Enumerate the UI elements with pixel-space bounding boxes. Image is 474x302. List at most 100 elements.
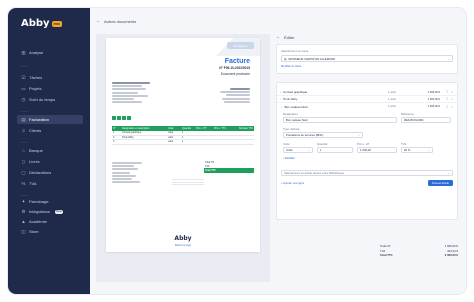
list-item-expanded[interactable]: ⌄ Bon cadeau Noël 1 unité 1 000,00 € ⠿ × [277,103,457,110]
col-header: Prix u. TTC [214,127,227,130]
section-divider: ‒‒‒‒ [21,109,29,113]
col-header: Désignation et description [122,127,150,130]
chart-icon: ▥ [21,49,26,55]
chevron-right-icon[interactable]: › [280,97,281,101]
arrow-left-icon: ← [96,18,101,24]
sidebar-item-facturation[interactable]: ▤ Facturation [17,115,83,124]
designation-input[interactable]: Bon cadeau Noël [283,117,397,123]
payment-icon [112,116,116,120]
book-icon: ▯ [22,158,25,164]
chevron-down-icon: ⌄ [427,148,430,152]
app-logo[interactable]: Abby PRO [21,18,63,29]
details-link[interactable]: › Détailler [277,153,457,160]
remove-logo-link[interactable]: Retirer le logo [106,244,260,247]
sidebar-item-store[interactable]: ◫ Store [17,227,83,236]
total-label: TVA [205,164,210,168]
sidebar-item-label: Tâches [29,75,43,80]
percent-icon: % [21,181,26,186]
client-select-value: MONSIEUR CHRISTIAN ALLEMAND [288,56,335,61]
unit-select[interactable]: Unité ⌄ [283,147,313,153]
logo-badge: PRO [51,20,63,27]
arrow-left-icon[interactable]: ← [276,34,281,40]
sidebar-item-label: Parrainage [29,199,49,204]
invoice-notes [112,162,158,184]
cell: Tonic Abby [122,135,134,139]
total-label: Total HT [205,160,214,164]
sidebar-item-academie[interactable]: ▲ Académie [17,217,83,226]
app-window: Abby PRO ▥ Analyse ‒‒‒‒ ☑ Tâches ▭ Proje… [8,8,466,294]
invoice-title: Facture [224,58,250,65]
chevron-down-icon[interactable]: ⌄ [280,105,283,109]
sidebar-item-declarations[interactable]: ▢ Déclarations [17,168,83,177]
sidebar-item-projets[interactable]: ▭ Projets [17,84,83,93]
designation-row: Désignation Bon cadeau Noël Référence RE… [277,110,457,123]
client-select[interactable]: ▣ MONSIEUR CHRISTIAN ALLEMAND ⌄ [281,55,453,62]
sidebar-item-clients[interactable]: ☺ Clients [17,126,83,135]
save-ribbon[interactable]: Enregistrer [227,42,254,49]
sidebar-item-analyse[interactable]: ▥ Analyse [17,48,83,57]
list-item[interactable]: › Tonic Abby 1 unité 1 000,00 € ⠿ × [277,96,457,103]
summary-label: TVA [380,248,386,253]
vat-select-value: 20 % [404,148,411,152]
invoice-preview: Enregistrer Facture N° F06-10-2022/0015 … [96,34,270,282]
line-item-name: Tonic Abby [283,97,298,101]
invoice-number: N° F06-10-2022/0015 [219,66,250,70]
drag-icon[interactable]: ⠿ × [440,105,454,109]
sidebar-item-banque[interactable]: ⌂ Banque [17,146,83,155]
cell: unité [168,135,174,139]
back-link[interactable]: ← Autres documents [96,18,136,24]
cell: unité [168,131,174,135]
invoice-totals: Total HT TVA Total TTC [204,160,254,173]
new-article-button[interactable]: Nouvel article [428,180,453,186]
beta-badge: Beta [54,209,64,214]
sidebar-item-label: Projets [29,86,42,91]
col-header: N° [113,127,116,130]
invoice-page: Enregistrer Facture N° F06-10-2022/0015 … [106,38,260,252]
quantity-input[interactable]: 1 [317,147,353,153]
line-item-name: Bon cadeau Noël [284,104,308,109]
drag-icon[interactable]: ⠿ × [440,90,454,94]
back-link-label: Autres documents [104,18,137,24]
folder-icon: ▭ [21,85,26,91]
form-title: Éditer [284,34,295,40]
line-item-amount: 1 000,00 € [427,105,440,108]
sidebar-item-livres[interactable]: ▯ Livres [17,157,83,166]
col-header: Prix u. HT [196,127,207,130]
edit-client-link[interactable]: Modifier le client [281,64,453,68]
sidebar-item-taches[interactable]: ☑ Tâches [17,73,83,82]
sidebar-item-label: Déclarations [29,170,52,175]
sidebar-item-integrations[interactable]: ⚙ Intégrations Beta [17,207,83,216]
drag-icon[interactable]: ⠿ × [440,97,454,101]
chevron-down-icon: ⌄ [307,148,310,152]
designation-label: Désignation [283,112,298,116]
cell: 1 [113,131,115,135]
bank-icon: ⌂ [22,148,25,153]
add-line-link[interactable]: + Ajouter une ligne [281,181,304,185]
building-icon: ▣ [284,56,287,61]
invoice-icon: ▤ [21,116,26,122]
cell: unité [168,140,174,144]
reference-input[interactable]: REF-BON-0001 [401,117,451,123]
sender-block [112,82,158,104]
totals-summary: Total HT 1 666,66 € TVA 333,34 € Total T… [380,244,458,258]
section-divider: ‒‒‒‒ [21,64,29,68]
sidebar-item-label: Facturation [29,117,50,122]
sidebar-item-label: Store [29,229,39,234]
sidebar-item-suivi-temps[interactable]: ◷ Suivi du temps [17,95,83,104]
reference-label: Référence [401,112,414,116]
line-item-name: Conseil graphique [283,90,308,94]
price-input[interactable]: 1 000,00 [357,147,397,153]
article-library-select[interactable]: Sélectionnez un article depuis votre bib… [281,170,453,176]
line-item-amount: 1 000,00 € [427,97,440,101]
cell: 1 [182,135,184,139]
chevron-right-icon[interactable]: › [280,90,281,94]
sidebar-item-label: TVA [29,181,37,186]
sidebar-item-tva[interactable]: % TVA [17,179,83,188]
chevron-down-icon: ⌄ [447,171,450,175]
vat-select[interactable]: 20 % ⌄ [401,147,433,153]
store-icon: ◫ [21,228,26,234]
sidebar-item-parrainage[interactable]: ✦ Parrainage [17,197,83,206]
client-label: Sélectionnez un client [281,49,309,53]
list-item[interactable]: › Conseil graphique 1 unité 1 000,00 € ⠿… [277,89,457,96]
payment-icon [117,116,121,120]
